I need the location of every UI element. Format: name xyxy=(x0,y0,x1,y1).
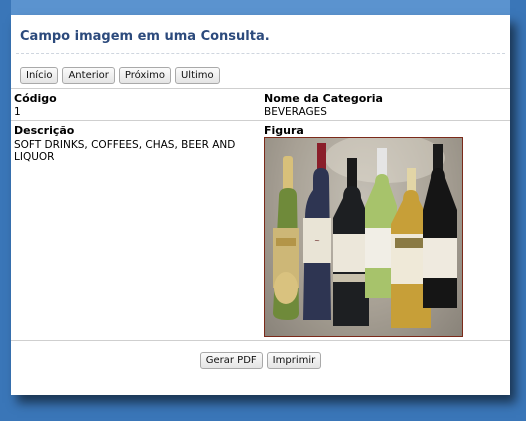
title-divider xyxy=(16,53,505,54)
code-label: Código xyxy=(14,92,57,105)
divider xyxy=(11,88,510,89)
previous-record-button[interactable]: Anterior xyxy=(62,67,115,84)
page-title: Campo imagem em uma Consulta. xyxy=(20,29,270,44)
divider xyxy=(11,120,510,121)
svg-text:~: ~ xyxy=(314,237,320,245)
figure-label: Figura xyxy=(264,124,304,137)
window-top-bar xyxy=(11,0,510,15)
category-value: BEVERAGES xyxy=(264,106,327,118)
print-button[interactable]: Imprimir xyxy=(266,352,322,369)
divider xyxy=(11,340,510,341)
last-record-button[interactable]: Ultimo xyxy=(174,67,220,84)
next-record-button[interactable]: Próximo xyxy=(118,67,171,84)
description-value: SOFT DRINKS, COFFEES, CHAS, BEER AND LIQ… xyxy=(14,139,236,163)
first-record-button[interactable]: Início xyxy=(20,67,59,84)
category-image: ~ xyxy=(264,137,463,337)
wine-bottles-image: ~ xyxy=(265,138,462,336)
generate-pdf-button[interactable]: Gerar PDF xyxy=(199,352,263,369)
content-panel: Campo imagem em uma Consulta. Início Ant… xyxy=(11,15,510,395)
category-label: Nome da Categoria xyxy=(264,92,383,105)
description-label: Descrição xyxy=(14,124,75,137)
footer-actions: Gerar PDF Imprimir xyxy=(11,352,510,369)
code-value: 1 xyxy=(14,106,21,118)
record-navigation: Início Anterior Próximo Ultimo xyxy=(20,67,220,84)
